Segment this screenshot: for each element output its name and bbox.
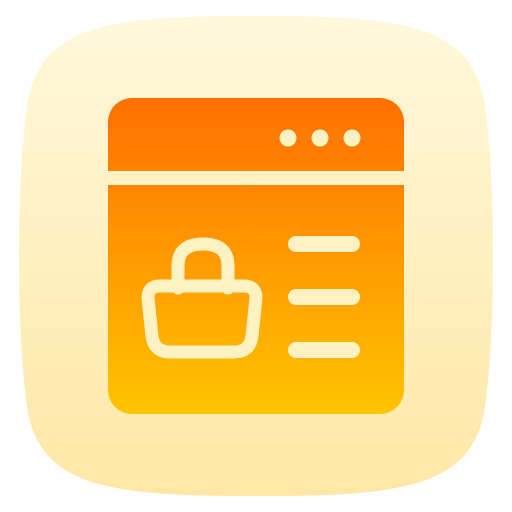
app-icon-canvas [0,0,512,512]
browser-window-icon [108,98,404,414]
browser-window-body [108,98,404,414]
app-icon[interactable] [0,0,512,512]
window-dots-icon [279,129,361,147]
title-bar-divider [108,171,404,185]
